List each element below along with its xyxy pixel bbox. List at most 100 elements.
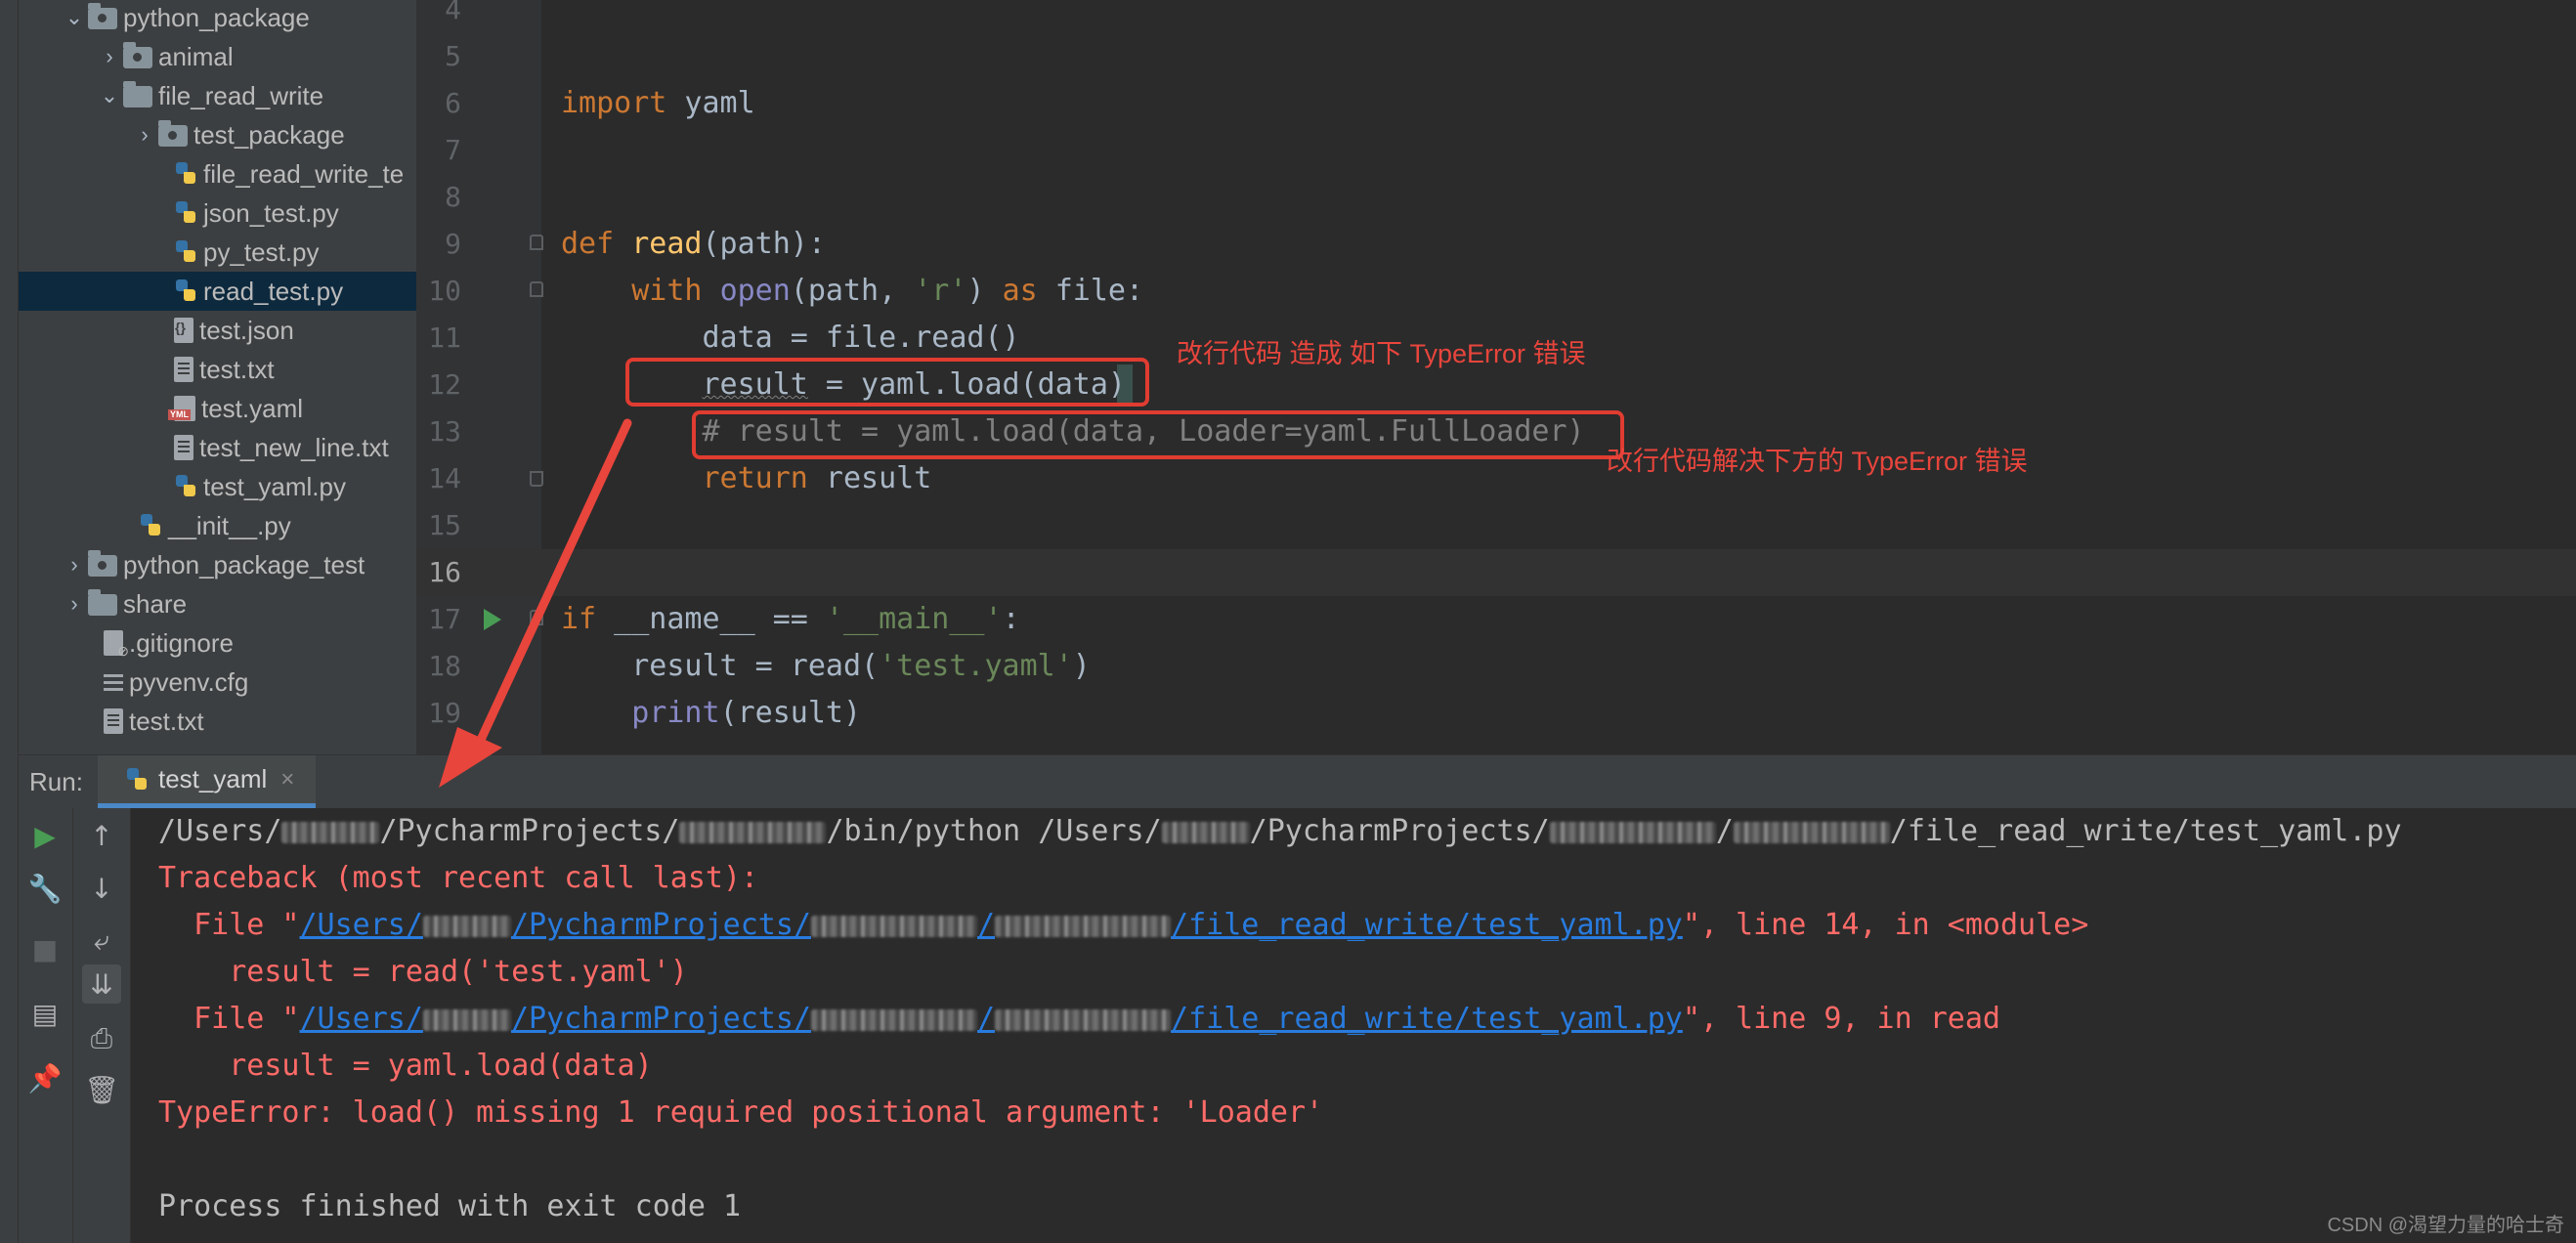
run-toolbar-secondary: ↑ ↓ ⤶ ⇊ ⎙ 🗑 [73, 808, 131, 1243]
tree-item-label: animal [158, 41, 234, 71]
code-editor[interactable]: 4 5 6 import yaml 7 8 9 def read(path): … [416, 0, 2576, 754]
pin-icon[interactable]: 📌 [25, 1058, 64, 1097]
arrow-down-icon[interactable]: ↓ [82, 869, 121, 908]
line-number: 17 [428, 603, 461, 635]
code-text[interactable]: with open(path, 'r') as file: [561, 268, 1143, 315]
code-line[interactable]: 14 return result [416, 455, 2576, 502]
trash-icon[interactable]: 🗑 [82, 1070, 121, 1109]
code-line[interactable]: 8 [416, 174, 2576, 221]
fold-icon[interactable] [530, 471, 543, 487]
tree-item-test-txt[interactable]: test.txt [18, 350, 416, 389]
tree-item-json-test[interactable]: json_test.py [18, 193, 416, 233]
tree-item-label: test_yaml.py [203, 471, 346, 501]
console-command-line: /Users//PycharmProjects//bin/python /Use… [158, 814, 2402, 848]
package-folder-icon [158, 120, 188, 147]
code-line[interactable]: 17 if __name__ == '__main__': [416, 596, 2576, 643]
tree-item-label: test.txt [199, 354, 275, 384]
fold-icon[interactable] [530, 235, 543, 250]
tree-item-test-new-line[interactable]: test_new_line.txt [18, 428, 416, 467]
tree-item-pyvenv-cfg[interactable]: pyvenv.cfg [18, 663, 416, 702]
annotation-box-line13 [692, 410, 1624, 459]
line-number: 9 [445, 228, 461, 260]
tree-item-test-yaml[interactable]: test.yaml [18, 389, 416, 428]
tree-item-test-yaml-py[interactable]: test_yaml.py [18, 467, 416, 506]
scroll-to-end-icon[interactable]: ⇊ [82, 964, 121, 1004]
code-text[interactable]: import yaml [561, 80, 755, 127]
tree-item-file-read-write-test[interactable]: file_read_write_te [18, 154, 416, 193]
file-link[interactable]: /Users//PycharmProjects///file_read_writ… [300, 1002, 1683, 1036]
tree-item-label: test_package [193, 119, 345, 150]
code-text[interactable]: def read(path): [561, 221, 826, 268]
package-folder-icon [88, 3, 117, 29]
text-file-icon [174, 435, 193, 460]
tree-item-test-json[interactable]: test.json [18, 311, 416, 350]
python-file-icon [174, 160, 197, 188]
tree-item-label: test.yaml [201, 393, 304, 423]
tree-item-python-package-test[interactable]: › python_package_test [18, 545, 416, 584]
code-text[interactable]: result = read('test.yaml') [561, 643, 1091, 690]
run-gutter-icon[interactable] [484, 609, 501, 630]
stop-icon[interactable]: ■ [25, 929, 64, 968]
package-folder-icon [88, 550, 117, 577]
tree-item-file-read-write[interactable]: ⌄ file_read_write [18, 76, 416, 115]
layout-icon[interactable]: ▤ [25, 994, 64, 1033]
chevron-right-icon[interactable]: › [64, 552, 84, 578]
tree-item-python-package[interactable]: ⌄ python_package [18, 0, 416, 37]
fold-icon[interactable] [530, 610, 543, 625]
file-link[interactable]: /Users//PycharmProjects///file_read_writ… [300, 908, 1683, 942]
tab-test-yaml[interactable]: test_yaml × [98, 755, 317, 808]
tree-item-test-package[interactable]: › test_package [18, 115, 416, 154]
tree-item-label: pyvenv.cfg [129, 666, 249, 697]
tree-item-label: py_test.py [203, 236, 320, 267]
tree-item-gitignore[interactable]: .gitignore [18, 623, 416, 663]
line-number: 14 [428, 462, 461, 494]
tree-item-read-test[interactable]: read_test.py [18, 272, 416, 311]
console-exit-message: Process finished with exit code 1 [158, 1189, 742, 1223]
annotation-text-line13: 改行代码解决下方的 TypeError 错误 [1607, 447, 2028, 476]
redacted-text [1733, 821, 1890, 843]
code-line[interactable]: 4 [416, 0, 2576, 33]
fold-icon[interactable] [530, 281, 543, 297]
line-number: 19 [428, 697, 461, 729]
code-text[interactable]: data = file.read() [561, 315, 1019, 362]
print-icon[interactable]: ⎙ [82, 1019, 121, 1058]
code-line[interactable]: 18 result = read('test.yaml') [416, 643, 2576, 690]
tree-item-init[interactable]: __init__.py [18, 506, 416, 545]
project-tree[interactable]: ⌄ python_package › animal ⌄ file_read_wr… [0, 0, 416, 754]
code-line[interactable]: 10 with open(path, 'r') as file: [416, 268, 2576, 315]
console-output[interactable]: /Users//PycharmProjects//bin/python /Use… [131, 808, 2576, 1243]
json-file-icon [174, 318, 193, 343]
chevron-right-icon[interactable]: › [135, 122, 154, 148]
chevron-right-icon[interactable]: › [100, 44, 119, 69]
code-line[interactable]: 19 print(result) [416, 690, 2576, 737]
python-file-icon [174, 238, 197, 266]
arrow-up-icon[interactable]: ↑ [82, 816, 121, 855]
wrench-icon[interactable]: 🔧 [25, 869, 64, 908]
gitignore-file-icon [104, 630, 129, 660]
tab-label: test_yaml [158, 764, 268, 793]
tree-item-animal[interactable]: › animal [18, 37, 416, 76]
code-text[interactable]: return result [561, 455, 932, 502]
line-number: 6 [445, 87, 461, 119]
text-file-icon [104, 708, 123, 734]
code-line[interactable]: 6 import yaml [416, 80, 2576, 127]
code-line[interactable]: 9 def read(path): [416, 221, 2576, 268]
code-line[interactable]: 5 [416, 33, 2576, 80]
tree-item-share[interactable]: › share [18, 584, 416, 623]
chevron-down-icon[interactable]: ⌄ [100, 83, 119, 108]
code-line[interactable]: 7 [416, 127, 2576, 174]
code-text[interactable]: if __name__ == '__main__': [561, 596, 1020, 643]
python-file-icon [139, 512, 162, 539]
close-icon[interactable]: × [280, 766, 294, 793]
chevron-right-icon[interactable]: › [64, 591, 84, 617]
soft-wrap-icon[interactable]: ⤶ [82, 922, 121, 961]
rerun-icon[interactable]: ▶ [25, 816, 64, 855]
code-line[interactable]: 15 [416, 502, 2576, 549]
tree-item-root-test-txt[interactable]: test.txt [18, 702, 416, 741]
tree-item-label: python_package [123, 2, 310, 32]
code-line-current[interactable]: 16 [416, 549, 2576, 596]
tree-item-py-test[interactable]: py_test.py [18, 233, 416, 272]
tree-item-label: test_new_line.txt [199, 432, 389, 462]
chevron-down-icon[interactable]: ⌄ [64, 5, 84, 30]
code-text[interactable]: print(result) [561, 690, 861, 737]
